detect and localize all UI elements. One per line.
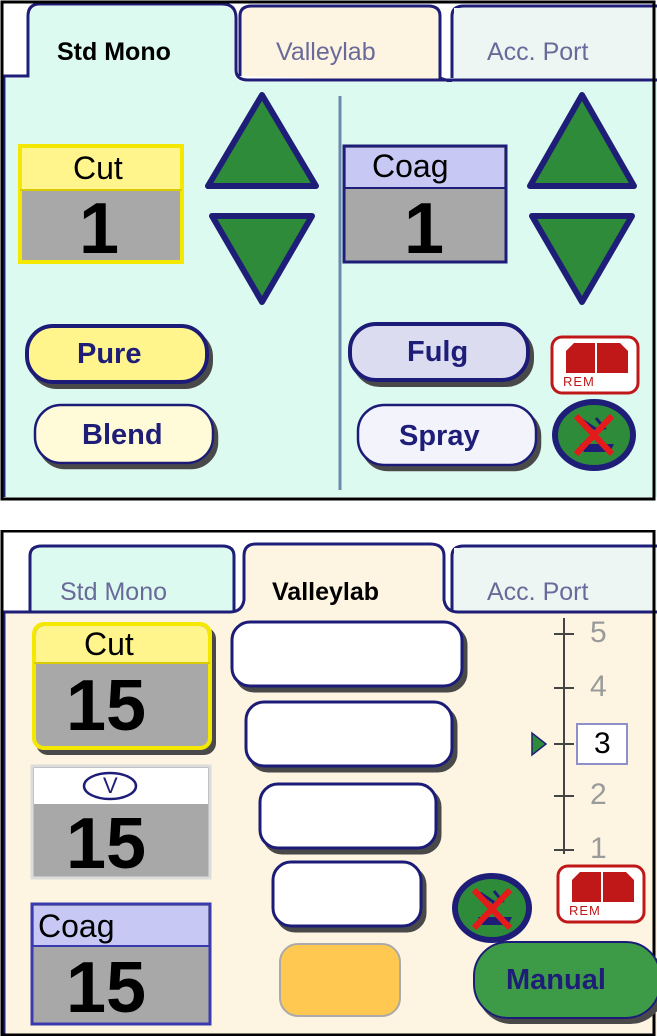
tab-valleylab-2[interactable]: Valleylab (272, 580, 379, 605)
level-4[interactable]: 4 (590, 672, 607, 702)
std-mono-panel: Std Mono Valleylab Acc. Port Cut 1 Coag … (0, 0, 657, 505)
cut-value-2: 15 (66, 666, 147, 746)
coag-label-2: Coag (38, 908, 115, 944)
v-value: 15 (66, 804, 147, 884)
tab-std-mono-2[interactable]: Std Mono (60, 580, 167, 605)
cut-label: Cut (73, 150, 123, 186)
fulg-button-label[interactable]: Fulg (407, 338, 468, 367)
tab-std-mono[interactable]: Std Mono (57, 40, 171, 65)
spray-button-label[interactable]: Spray (399, 422, 480, 451)
valleylab-panel: Std Mono Valleylab Acc. Port Cut 15 V 15… (0, 530, 657, 1036)
rem-label: REM (563, 374, 595, 389)
level-5[interactable]: 5 (590, 618, 607, 648)
option-button-1[interactable] (230, 620, 464, 688)
pure-button-label[interactable]: Pure (77, 340, 141, 369)
coag-value: 1 (404, 189, 445, 269)
level-2[interactable]: 2 (590, 780, 607, 810)
cut-label-2: Cut (84, 626, 134, 662)
blend-button-label[interactable]: Blend (82, 421, 163, 450)
option-button-4[interactable] (271, 860, 423, 928)
coag-value-2: 15 (66, 948, 147, 1028)
cut-value: 1 (79, 189, 120, 269)
option-button-3[interactable] (258, 782, 438, 850)
footswitch-disabled-icon[interactable] (552, 399, 636, 471)
rem-label-2: REM (569, 903, 601, 918)
v-label: V (103, 773, 118, 798)
level-1[interactable]: 1 (590, 834, 607, 864)
option-button-2[interactable] (244, 700, 454, 768)
orange-action-button[interactable] (279, 943, 401, 1017)
tab-valleylab[interactable]: Valleylab (276, 40, 376, 65)
manual-button-label[interactable]: Manual (506, 966, 606, 995)
level-3[interactable]: 3 (594, 729, 611, 759)
coag-label: Coag (372, 148, 449, 184)
tab-acc-port[interactable]: Acc. Port (487, 40, 588, 65)
footswitch-disabled-icon-2[interactable] (452, 873, 532, 943)
tab-acc-port-2[interactable]: Acc. Port (487, 580, 588, 605)
